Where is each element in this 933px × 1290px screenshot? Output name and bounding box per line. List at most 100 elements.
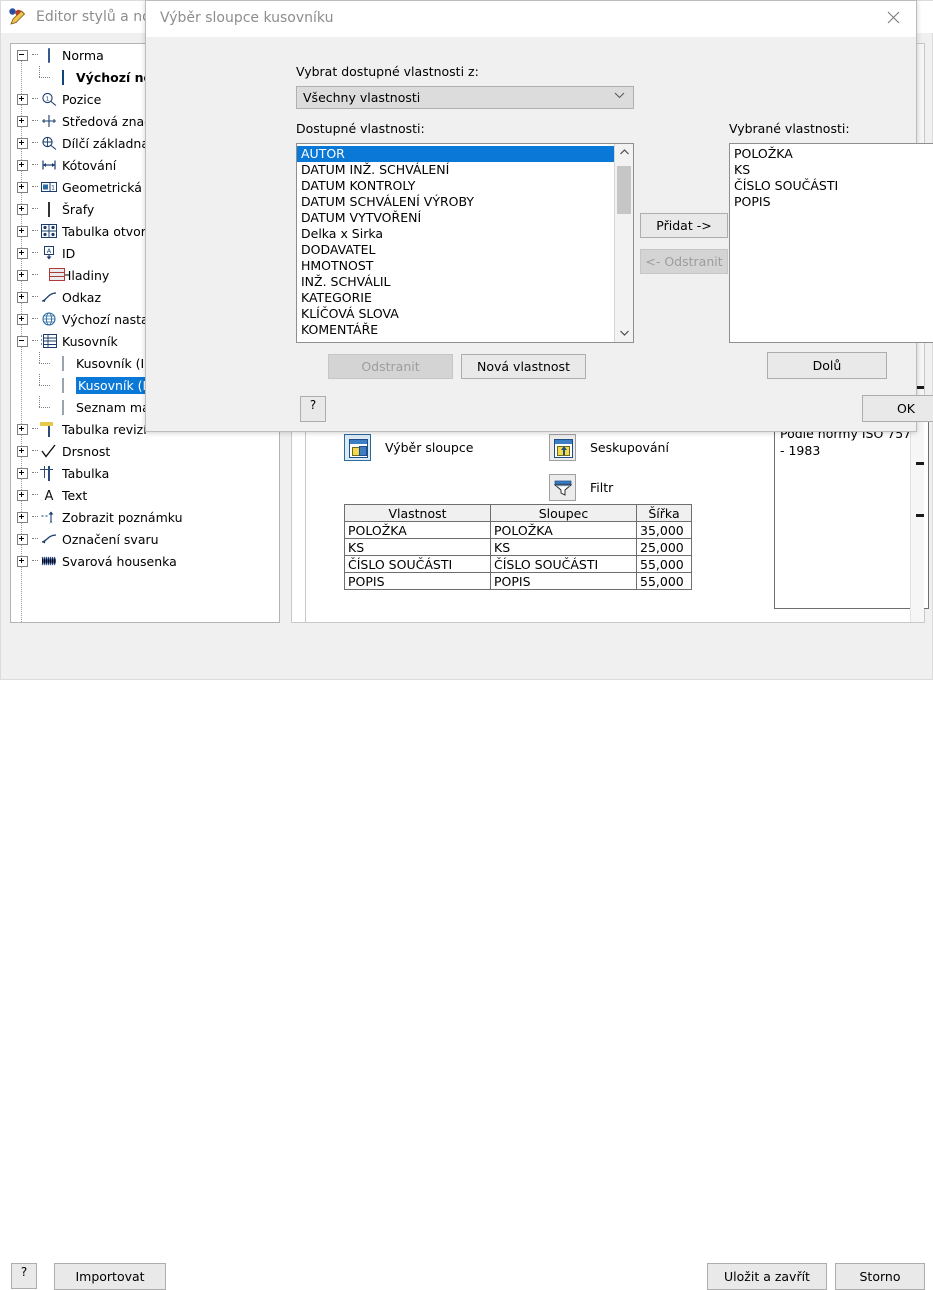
list-item[interactable]: INŽ. SCHVÁLIL <box>297 274 614 290</box>
tree-item-21[interactable]: A Zobrazit poznámku <box>11 506 279 528</box>
standard-description-box[interactable]: Podle normy ISO 7573 - 1983 ^ <box>774 421 929 609</box>
tree-connector-line <box>32 296 38 298</box>
tree-item-23[interactable]: Svarová housenka <box>11 550 279 572</box>
swatch-icon <box>54 69 71 85</box>
table-cell[interactable]: POPIS <box>490 572 637 590</box>
list-item[interactable]: DATUM VYTVOŘENÍ <box>297 210 614 226</box>
scroll-down-icon[interactable] <box>615 325 633 342</box>
table-row[interactable]: POPIS POPIS 55,000 <box>344 572 692 590</box>
table-cell[interactable]: POLOŽKA <box>490 521 637 539</box>
dialog-titlebar[interactable]: Výběr sloupce kusovníku <box>146 1 916 37</box>
collapse-icon[interactable] <box>17 49 28 61</box>
list-item[interactable]: DATUM SCHVÁLENÍ VÝROBY <box>297 194 614 210</box>
scrollbar-thumb[interactable] <box>617 166 631 214</box>
column-chooser-icon <box>344 434 371 461</box>
tree-item-22[interactable]: Označení svaru <box>11 528 279 550</box>
list-item[interactable]: DODAVATEL <box>297 242 614 258</box>
table-cell[interactable]: POLOŽKA <box>344 521 491 539</box>
table-cell[interactable]: ČÍSLO SOUČÁSTI <box>490 555 637 573</box>
table-cell[interactable]: 55,000 <box>636 555 692 573</box>
tree-connector-line <box>32 450 38 452</box>
table-row[interactable]: KS KS 25,000 <box>344 538 692 556</box>
help-button[interactable]: ? <box>11 1263 37 1289</box>
expand-icon[interactable] <box>17 445 28 457</box>
expand-icon[interactable] <box>17 423 28 435</box>
list-item[interactable]: KOMENTÁŘE <box>297 322 614 338</box>
list-item[interactable]: DATUM KONTROLY <box>297 178 614 194</box>
list-item[interactable]: HMOTNOST <box>297 258 614 274</box>
tree-item-label: Pozice <box>62 91 102 107</box>
table-row[interactable]: POLOŽKA POLOŽKA 35,000 <box>344 521 692 539</box>
table-cell[interactable]: POPIS <box>344 572 491 590</box>
expand-icon[interactable] <box>17 203 28 215</box>
expand-icon[interactable] <box>17 489 28 501</box>
tree-item-label: Tabulka <box>62 465 110 481</box>
scroll-up-icon[interactable] <box>615 144 633 161</box>
column-header-width[interactable]: Šířka <box>636 504 692 522</box>
weld-symbol-icon <box>40 532 57 547</box>
column-header-column[interactable]: Sloupec <box>490 504 637 522</box>
expand-icon[interactable] <box>17 225 28 237</box>
table-cell[interactable]: 55,000 <box>636 572 692 590</box>
available-list-scrollbar[interactable] <box>614 144 633 342</box>
new-property-button[interactable]: Nová vlastnost <box>461 354 586 379</box>
tree-item-20[interactable]: A Text <box>11 484 279 506</box>
tool-grouping[interactable]: Seskupování <box>549 434 669 461</box>
list-item[interactable]: DATUM INŽ. SCHVÁLENÍ <box>297 162 614 178</box>
tree-item-18[interactable]: Drsnost <box>11 440 279 462</box>
weld-bead-icon <box>40 554 57 569</box>
expand-icon[interactable] <box>17 181 28 193</box>
tree-item-label: Svarová housenka <box>62 553 177 569</box>
table-cell[interactable]: KS <box>344 538 491 556</box>
tool-column-chooser[interactable]: Výběr sloupce <box>344 434 473 461</box>
cancel-button[interactable]: Storno <box>835 1263 925 1290</box>
list-item[interactable]: POPIS <box>730 194 933 210</box>
expand-icon[interactable] <box>17 533 28 545</box>
tree-item-label: Text <box>62 487 88 503</box>
list-item[interactable]: AUTOR <box>297 146 614 162</box>
dialog-help-button[interactable]: ? <box>300 396 326 422</box>
table-cell[interactable]: KS <box>490 538 637 556</box>
tree-item-19[interactable]: Tabulka <box>11 462 279 484</box>
list-item[interactable]: ČÍSLO SOUČÁSTI <box>730 178 933 194</box>
source-label: Vybrat dostupné vlastnosti z: <box>296 64 479 79</box>
add-button[interactable]: Přidat -> <box>640 213 728 238</box>
save-and-close-button[interactable]: Uložit a zavřít <box>707 1263 827 1290</box>
list-item[interactable]: KATEGORIE <box>297 290 614 306</box>
move-down-button[interactable]: Dolů <box>767 352 887 379</box>
expand-icon[interactable] <box>17 247 28 259</box>
tree-connector-line <box>32 208 38 210</box>
collapse-icon[interactable] <box>17 335 28 347</box>
table-cell[interactable]: 25,000 <box>636 538 692 556</box>
expand-icon[interactable] <box>17 269 28 281</box>
expand-icon[interactable] <box>17 93 28 105</box>
table-cell[interactable]: ČÍSLO SOUČÁSTI <box>344 555 491 573</box>
expand-icon[interactable] <box>17 115 28 127</box>
list-item[interactable]: KS <box>730 162 933 178</box>
selected-properties-list[interactable]: POLOŽKA KS ČÍSLO SOUČÁSTI POPIS <box>729 143 933 343</box>
table-row[interactable]: ČÍSLO SOUČÁSTI ČÍSLO SOUČÁSTI 55,000 <box>344 555 692 573</box>
expand-icon[interactable] <box>17 291 28 303</box>
table-cell[interactable]: 35,000 <box>636 521 692 539</box>
bom-item-icon <box>54 399 71 415</box>
source-dropdown[interactable]: Všechny vlastnosti <box>296 86 634 109</box>
list-item[interactable]: POLOŽKA <box>730 146 933 162</box>
tool-filter[interactable]: Filtr <box>549 474 613 501</box>
expand-icon[interactable] <box>17 137 28 149</box>
import-button[interactable]: Importovat <box>54 1263 166 1290</box>
columns-table[interactable]: Vlastnost Sloupec Šířka POLOŽKA POLOŽKA 35… <box>344 504 692 590</box>
expand-icon[interactable] <box>17 555 28 567</box>
ok-button[interactable]: OK <box>862 395 933 422</box>
list-item[interactable]: Delka x Sirka <box>297 226 614 242</box>
available-properties-list[interactable]: AUTOR DATUM INŽ. SCHVÁLENÍ DATUM KONTROLY D… <box>296 143 634 343</box>
close-icon[interactable] <box>870 1 916 33</box>
list-item[interactable]: KLÍČOVÁ SLOVA <box>297 306 614 322</box>
book-icon <box>40 47 57 63</box>
expand-icon[interactable] <box>17 467 28 479</box>
styles-editor-icon <box>8 7 28 27</box>
expand-icon[interactable] <box>17 313 28 325</box>
expand-icon[interactable] <box>17 159 28 171</box>
tree-connector-line <box>32 340 38 342</box>
expand-icon[interactable] <box>17 511 28 523</box>
column-header-property[interactable]: Vlastnost <box>344 504 491 522</box>
